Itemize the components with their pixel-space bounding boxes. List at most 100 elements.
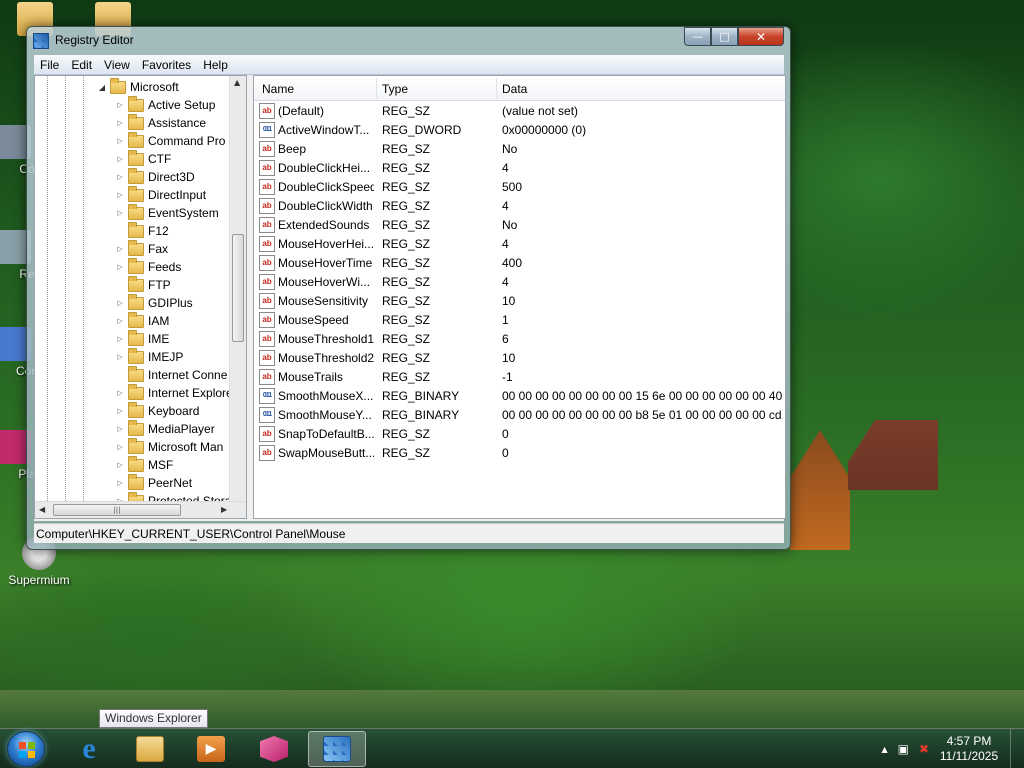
tree-node[interactable]: FTP: [115, 275, 171, 294]
expand-icon[interactable]: ▷: [115, 443, 125, 451]
tree-node[interactable]: ▷ Internet Explore: [115, 383, 233, 402]
network-icon[interactable]: ▣: [898, 742, 909, 756]
tree-node[interactable]: ▷ IAM: [115, 311, 169, 330]
title-bar[interactable]: Registry Editor — □ ✕: [27, 27, 790, 55]
menu-view[interactable]: View: [98, 58, 136, 72]
tree-node[interactable]: ▷ Assistance: [115, 113, 206, 132]
tree-node[interactable]: ▷ DirectInput: [115, 185, 206, 204]
value-row[interactable]: ab DoubleClickWidth REG_SZ 4: [254, 197, 785, 216]
value-row[interactable]: 011 ActiveWindowT... REG_DWORD 0x00000000 (…: [254, 121, 785, 140]
tree-node[interactable]: ▷ Keyboard: [115, 401, 199, 420]
value-data: 4: [502, 161, 509, 175]
tree-node[interactable]: Internet Conne: [115, 365, 227, 384]
expand-icon[interactable]: ▷: [115, 209, 125, 217]
value-type: REG_SZ: [382, 294, 431, 308]
tree-node[interactable]: ▷ Active Setup: [115, 95, 215, 114]
expand-icon[interactable]: ▷: [115, 137, 125, 145]
tree-node[interactable]: ▷ IME: [115, 329, 169, 348]
tree-node[interactable]: ▷ MediaPlayer: [115, 419, 215, 438]
expand-icon[interactable]: ▷: [115, 191, 125, 199]
scroll-left-icon[interactable]: ◀: [39, 505, 45, 514]
expand-icon[interactable]: ▷: [115, 425, 125, 433]
expand-icon[interactable]: ▷: [115, 317, 125, 325]
show-desktop-button[interactable]: [1010, 729, 1024, 768]
expand-icon[interactable]: ▷: [115, 245, 125, 253]
value-row[interactable]: ab (Default) REG_SZ (value not set): [254, 102, 785, 121]
tree-hscroll-thumb[interactable]: |||: [53, 504, 181, 516]
tree-vertical-scrollbar[interactable]: ▲: [229, 76, 246, 502]
value-row[interactable]: ab MouseSensitivity REG_SZ 10: [254, 292, 785, 311]
volume-muted-icon[interactable]: ✖: [919, 742, 929, 756]
scroll-up-icon[interactable]: ▲: [234, 78, 240, 87]
minimize-button[interactable]: —: [684, 27, 711, 46]
value-row[interactable]: ab MouseSpeed REG_SZ 1: [254, 311, 785, 330]
key-tree[interactable]: ◢ Microsoft ▷ Active Setup ▷ Assistance ▷ Comma…: [34, 75, 247, 519]
value-row[interactable]: ab MouseThreshold1 REG_SZ 6: [254, 330, 785, 349]
menu-file[interactable]: File: [34, 58, 65, 72]
taskbar-registry-editor[interactable]: [308, 731, 366, 767]
column-name[interactable]: Name: [262, 82, 294, 96]
taskbar-internet-explorer[interactable]: e: [60, 731, 118, 767]
expand-icon[interactable]: ▷: [115, 119, 125, 127]
taskbar-windows-explorer[interactable]: [121, 731, 179, 767]
taskbar-media-player[interactable]: ▶: [182, 731, 240, 767]
expand-icon[interactable]: ▷: [115, 407, 125, 415]
expand-icon[interactable]: ▷: [115, 155, 125, 163]
value-row[interactable]: 011 SmoothMouseX... REG_BINARY 00 00 00 00 …: [254, 387, 785, 406]
tree-node[interactable]: ▷ MSF: [115, 455, 173, 474]
tree-node[interactable]: ▷ GDIPlus: [115, 293, 193, 312]
tree-node[interactable]: ▷ CTF: [115, 149, 171, 168]
expand-icon[interactable]: ▷: [115, 173, 125, 181]
tree-node[interactable]: F12: [115, 221, 169, 240]
tree-node[interactable]: ▷ Fax: [115, 239, 168, 258]
tree-node[interactable]: ▷ Microsoft Man: [115, 437, 223, 456]
value-type: REG_SZ: [382, 351, 431, 365]
menu-edit[interactable]: Edit: [65, 58, 98, 72]
expand-icon[interactable]: ▷: [115, 101, 125, 109]
tree-node[interactable]: ▷ PeerNet: [115, 473, 192, 492]
menu-help[interactable]: Help: [197, 58, 234, 72]
value-row[interactable]: ab SnapToDefaultB... REG_SZ 0: [254, 425, 785, 444]
value-row[interactable]: ab MouseTrails REG_SZ -1: [254, 368, 785, 387]
tree-node[interactable]: ▷ EventSystem: [115, 203, 219, 222]
value-row[interactable]: ab ExtendedSounds REG_SZ No: [254, 216, 785, 235]
expand-icon[interactable]: ▷: [115, 263, 125, 271]
maximize-button[interactable]: □: [711, 27, 738, 46]
value-row[interactable]: ab SwapMouseButt... REG_SZ 0: [254, 444, 785, 463]
column-data[interactable]: Data: [502, 82, 527, 96]
value-row[interactable]: ab MouseHoverWi... REG_SZ 4: [254, 273, 785, 292]
tree-node-microsoft[interactable]: ◢ Microsoft: [97, 77, 179, 96]
value-row[interactable]: 011 SmoothMouseY... REG_BINARY 00 00 00 00 …: [254, 406, 785, 425]
collapse-icon[interactable]: ◢: [97, 83, 107, 92]
menu-favorites[interactable]: Favorites: [136, 58, 197, 72]
scroll-right-icon[interactable]: ▶: [221, 505, 227, 514]
close-button[interactable]: ✕: [738, 27, 784, 46]
expand-icon[interactable]: ▷: [115, 479, 125, 487]
expand-icon[interactable]: ▷: [115, 353, 125, 361]
value-row[interactable]: ab DoubleClickSpeed REG_SZ 500: [254, 178, 785, 197]
show-hidden-icons-icon[interactable]: ▲: [881, 745, 887, 754]
tree-node[interactable]: ▷ IMEJP: [115, 347, 183, 366]
start-button[interactable]: [7, 731, 45, 767]
column-type[interactable]: Type: [382, 82, 408, 96]
value-row[interactable]: ab MouseHoverTime REG_SZ 400: [254, 254, 785, 273]
expand-icon[interactable]: ▷: [115, 335, 125, 343]
tree-scroll-thumb[interactable]: [232, 234, 244, 342]
value-row[interactable]: ab Beep REG_SZ No: [254, 140, 785, 159]
clock[interactable]: 4:57 PM 11/11/2025: [934, 734, 1004, 764]
tree-node[interactable]: ▷ Direct3D: [115, 167, 195, 186]
tree-node-label: F12: [148, 224, 169, 238]
value-row[interactable]: ab MouseThreshold2 REG_SZ 10: [254, 349, 785, 368]
tree-node[interactable]: ▷ Feeds: [115, 257, 181, 276]
value-name: (Default): [278, 104, 325, 118]
expand-icon[interactable]: ▷: [115, 389, 125, 397]
registry-editor-window[interactable]: Registry Editor — □ ✕ File Edit View Fav…: [26, 26, 791, 550]
expand-icon[interactable]: ▷: [115, 299, 125, 307]
value-row[interactable]: ab DoubleClickHei... REG_SZ 4: [254, 159, 785, 178]
taskbar-app[interactable]: [245, 731, 303, 767]
expand-icon[interactable]: ▷: [115, 461, 125, 469]
tree-node[interactable]: ▷ Command Pro: [115, 131, 225, 150]
value-row[interactable]: ab MouseHoverHei... REG_SZ 4: [254, 235, 785, 254]
tree-horizontal-scrollbar[interactable]: ◀ ||| ▶: [35, 501, 246, 518]
values-list[interactable]: Name Type Data ab (Default) REG_SZ (value n…: [253, 75, 786, 519]
